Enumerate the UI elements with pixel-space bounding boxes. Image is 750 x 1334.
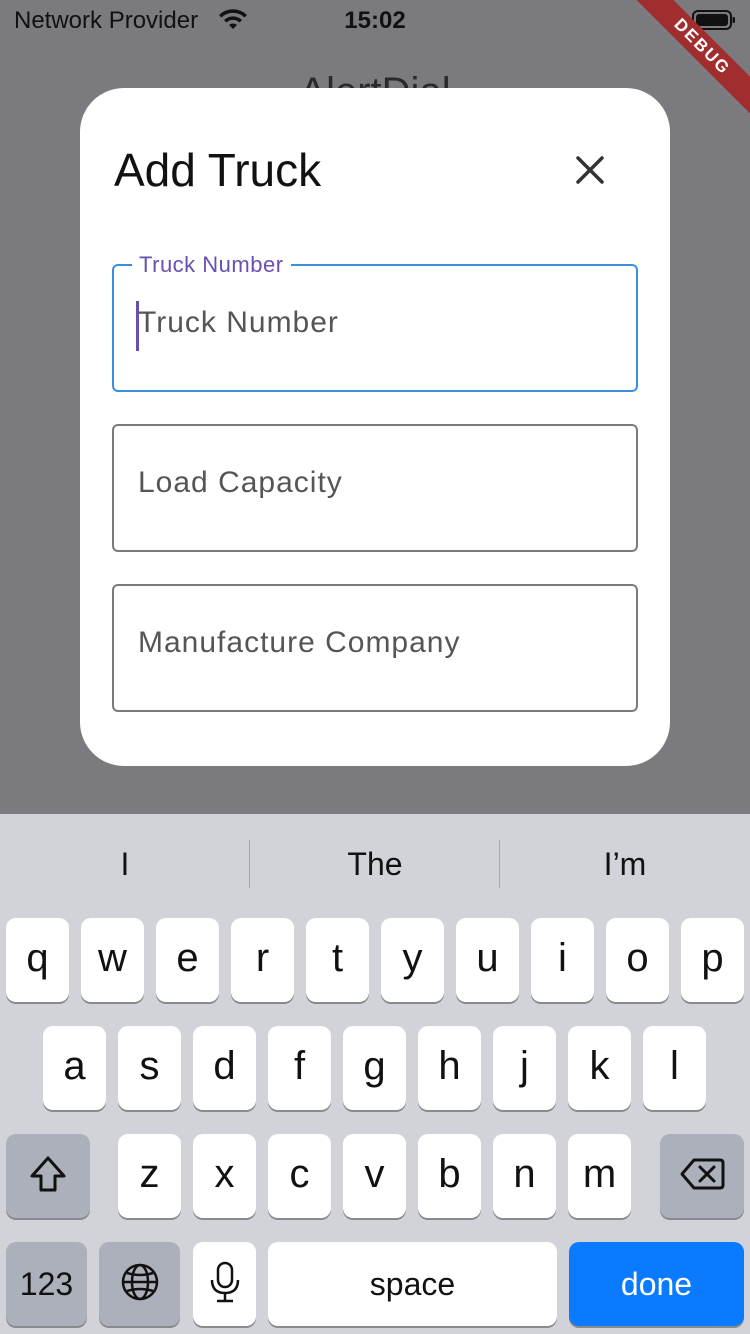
key-x[interactable]: x (193, 1134, 256, 1218)
key-u[interactable]: u (456, 918, 519, 1002)
key-o[interactable]: o (606, 918, 669, 1002)
done-key[interactable]: done (569, 1242, 744, 1326)
key-f[interactable]: f (268, 1026, 331, 1110)
key-c[interactable]: c (268, 1134, 331, 1218)
suggestion-3[interactable]: I’m (500, 814, 750, 910)
key-q[interactable]: q (6, 918, 69, 1002)
microphone-icon (210, 1261, 239, 1303)
key-s[interactable]: s (118, 1026, 181, 1110)
suggestion-1[interactable]: I (0, 814, 250, 910)
manufacture-company-placeholder: Manufacture Company (138, 626, 461, 659)
key-g[interactable]: g (343, 1026, 406, 1110)
key-j[interactable]: j (493, 1026, 556, 1110)
space-key[interactable]: space (268, 1242, 557, 1326)
key-l[interactable]: l (643, 1026, 706, 1110)
status-bar: Network Provider 15:02 (0, 0, 750, 40)
key-t[interactable]: t (306, 918, 369, 1002)
truck-number-label: Truck Number (132, 252, 291, 278)
close-icon[interactable] (568, 148, 612, 192)
key-b[interactable]: b (418, 1134, 481, 1218)
key-i[interactable]: i (531, 918, 594, 1002)
key-h[interactable]: h (418, 1026, 481, 1110)
shift-key[interactable] (6, 1134, 90, 1218)
key-y[interactable]: y (381, 918, 444, 1002)
backspace-icon (680, 1158, 725, 1190)
truck-number-placeholder: Truck Number (138, 306, 339, 339)
add-truck-dialog: Add Truck Truck Number Truck Number Load… (80, 88, 670, 766)
key-w[interactable]: w (81, 918, 144, 1002)
manufacture-company-field[interactable]: Manufacture Company (112, 584, 638, 712)
keyboard: I The I’m q w e r t y u i o p a s d f g … (0, 814, 750, 1334)
numbers-key[interactable]: 123 (6, 1242, 87, 1326)
key-m[interactable]: m (568, 1134, 631, 1218)
key-r[interactable]: r (231, 918, 294, 1002)
key-z[interactable]: z (118, 1134, 181, 1218)
suggestion-2[interactable]: The (250, 814, 500, 910)
globe-key[interactable] (99, 1242, 180, 1326)
key-d[interactable]: d (193, 1026, 256, 1110)
key-p[interactable]: p (681, 918, 744, 1002)
globe-icon (121, 1263, 158, 1301)
dictation-key[interactable] (193, 1242, 256, 1326)
key-n[interactable]: n (493, 1134, 556, 1218)
key-e[interactable]: e (156, 918, 219, 1002)
load-capacity-field[interactable]: Load Capacity (112, 424, 638, 552)
load-capacity-placeholder: Load Capacity (138, 466, 343, 499)
truck-number-field[interactable]: Truck Number Truck Number (112, 252, 638, 392)
key-a[interactable]: a (43, 1026, 106, 1110)
clock: 15:02 (344, 7, 406, 34)
dialog-title: Add Truck (114, 144, 322, 196)
delete-key[interactable] (660, 1134, 744, 1218)
key-k[interactable]: k (568, 1026, 631, 1110)
key-v[interactable]: v (343, 1134, 406, 1218)
shift-icon (30, 1156, 66, 1192)
